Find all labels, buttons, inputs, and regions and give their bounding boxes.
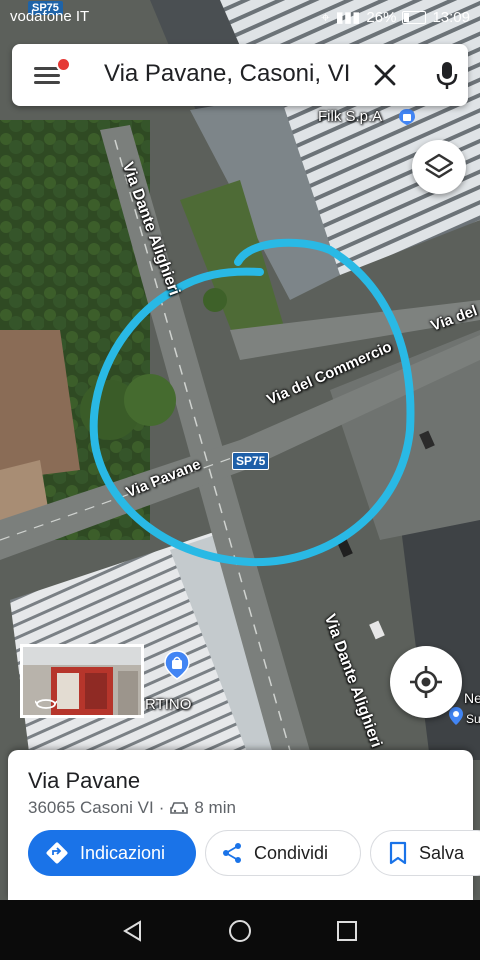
clear-search-button[interactable] xyxy=(368,58,402,92)
place-card[interactable]: Via Pavane 36065 Casoni VI · 8 min Indic… xyxy=(8,750,480,900)
battery-icon xyxy=(402,10,427,24)
carrier-name: vodafone IT xyxy=(10,8,90,25)
recents-icon xyxy=(337,921,357,941)
shopping-bag-icon[interactable] xyxy=(398,108,416,126)
status-time: 13:09 xyxy=(432,8,470,26)
directions-icon xyxy=(46,842,68,864)
search-bar[interactable]: Via Pavane, Casoni, VI xyxy=(12,44,468,106)
car-icon xyxy=(170,802,189,814)
poi-label-edge-su: Su xyxy=(466,712,480,726)
notification-dot xyxy=(56,57,71,72)
status-indicators: ⌖ ▮▮▮ 26% 13:09 xyxy=(321,8,470,27)
share-button[interactable]: Condividi xyxy=(205,830,361,876)
place-address: 36065 Casoni VI xyxy=(28,798,154,817)
pin-icon[interactable] xyxy=(164,650,190,680)
subtitle-separator: · xyxy=(158,798,165,817)
recents-button[interactable] xyxy=(334,918,360,944)
poi-label-tino: RTINO xyxy=(145,696,192,713)
status-bar: SP75 vodafone IT ⌖ ▮▮▮ 26% 13:09 xyxy=(0,0,480,32)
street-view-thumbnail[interactable] xyxy=(20,644,144,718)
street-view-icon xyxy=(35,699,57,709)
share-icon xyxy=(223,843,241,863)
share-label: Condividi xyxy=(254,842,329,863)
back-icon xyxy=(123,920,141,942)
route-badge-sp75: SP75 xyxy=(232,452,270,470)
layers-button[interactable] xyxy=(412,140,466,194)
poi-label-edge-ne: Ne xyxy=(464,690,480,706)
save-label: Salva xyxy=(419,842,465,863)
back-button[interactable] xyxy=(120,918,146,944)
close-icon xyxy=(374,64,396,86)
place-title: Via Pavane xyxy=(28,768,141,793)
place-subtitle: 36065 Casoni VI · 8 min xyxy=(28,798,236,818)
system-navigation-bar xyxy=(0,900,480,960)
layers-icon xyxy=(424,153,454,179)
signal-icon: ▮▮▮ xyxy=(335,9,361,26)
bookmark-icon xyxy=(389,841,407,865)
my-location-icon xyxy=(410,666,442,698)
home-button[interactable] xyxy=(227,918,253,944)
my-location-button[interactable] xyxy=(390,646,462,718)
voice-search-button[interactable] xyxy=(430,58,464,92)
menu-button[interactable] xyxy=(34,57,71,87)
directions-label: Indicazioni xyxy=(80,842,166,863)
location-icon: ⌖ xyxy=(321,8,330,26)
drive-time: 8 min xyxy=(194,798,236,817)
search-query[interactable]: Via Pavane, Casoni, VI xyxy=(104,60,350,88)
poi-label-filk: Filk S.p.A xyxy=(318,108,383,125)
directions-button[interactable]: Indicazioni xyxy=(28,830,196,876)
mic-icon xyxy=(436,62,458,89)
battery-level: 26% xyxy=(366,8,397,26)
save-button[interactable]: Salva xyxy=(370,830,480,876)
home-icon xyxy=(229,920,251,942)
